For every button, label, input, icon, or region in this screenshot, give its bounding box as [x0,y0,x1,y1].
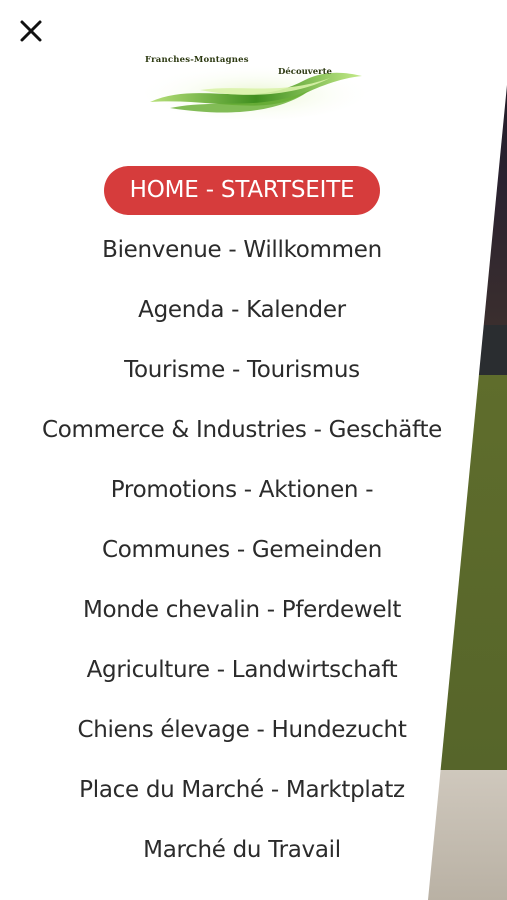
menu-item-chiens[interactable]: Chiens élevage - Hundezucht [0,700,484,760]
menu-item-label: Agriculture - Landwirtschaft [86,657,398,683]
menu-item-marche-du-travail[interactable]: Marché du Travail [0,820,484,880]
site-logo[interactable]: Franches-Montagnes Découverte [140,50,370,122]
menu-item-label: Agenda - Kalender [138,297,346,323]
menu-item-label: HOME - STARTSEITE [103,165,381,215]
menu-item-home[interactable]: HOME - STARTSEITE [0,160,484,220]
menu-item-place-du-marche[interactable]: Place du Marché - Marktplatz [0,760,484,820]
menu-item-commerce[interactable]: Commerce & Industries - Geschäfte [0,400,484,460]
menu-item-agenda[interactable]: Agenda - Kalender [0,280,484,340]
menu-item-bienvenue[interactable]: Bienvenue - Willkommen [0,220,484,280]
menu-item-promotions[interactable]: Promotions - Aktionen - [0,460,484,520]
menu-item-communes[interactable]: Communes - Gemeinden [0,520,484,580]
menu-item-monde-chevalin[interactable]: Monde chevalin - Pferdewelt [0,580,484,640]
close-menu-button[interactable] [14,14,48,48]
menu-item-tourisme[interactable]: Tourisme - Tourismus [0,340,484,400]
logo-text-line1: Franches-Montagnes [145,55,249,65]
menu-item-label: Monde chevalin - Pferdewelt [82,597,402,623]
main-navigation: HOME - STARTSEITE Bienvenue - Willkommen… [0,160,484,880]
menu-item-label: Marché du Travail [143,837,341,863]
menu-item-label: Bienvenue - Willkommen [102,237,382,263]
close-icon [20,20,42,42]
logo-text-line2: Découverte [278,67,332,77]
menu-item-label: Promotions - Aktionen - [110,477,374,503]
menu-item-label: Chiens élevage - Hundezucht [77,717,407,743]
menu-item-label: Tourisme - Tourismus [124,357,360,383]
menu-item-label: Commerce & Industries - Geschäfte [41,417,443,443]
menu-item-label: Place du Marché - Marktplatz [79,777,405,803]
menu-item-label: Communes - Gemeinden [102,537,382,563]
side-menu-panel: Franches-Montagnes Découverte HOME - STA… [0,0,507,900]
menu-item-agriculture[interactable]: Agriculture - Landwirtschaft [0,640,484,700]
